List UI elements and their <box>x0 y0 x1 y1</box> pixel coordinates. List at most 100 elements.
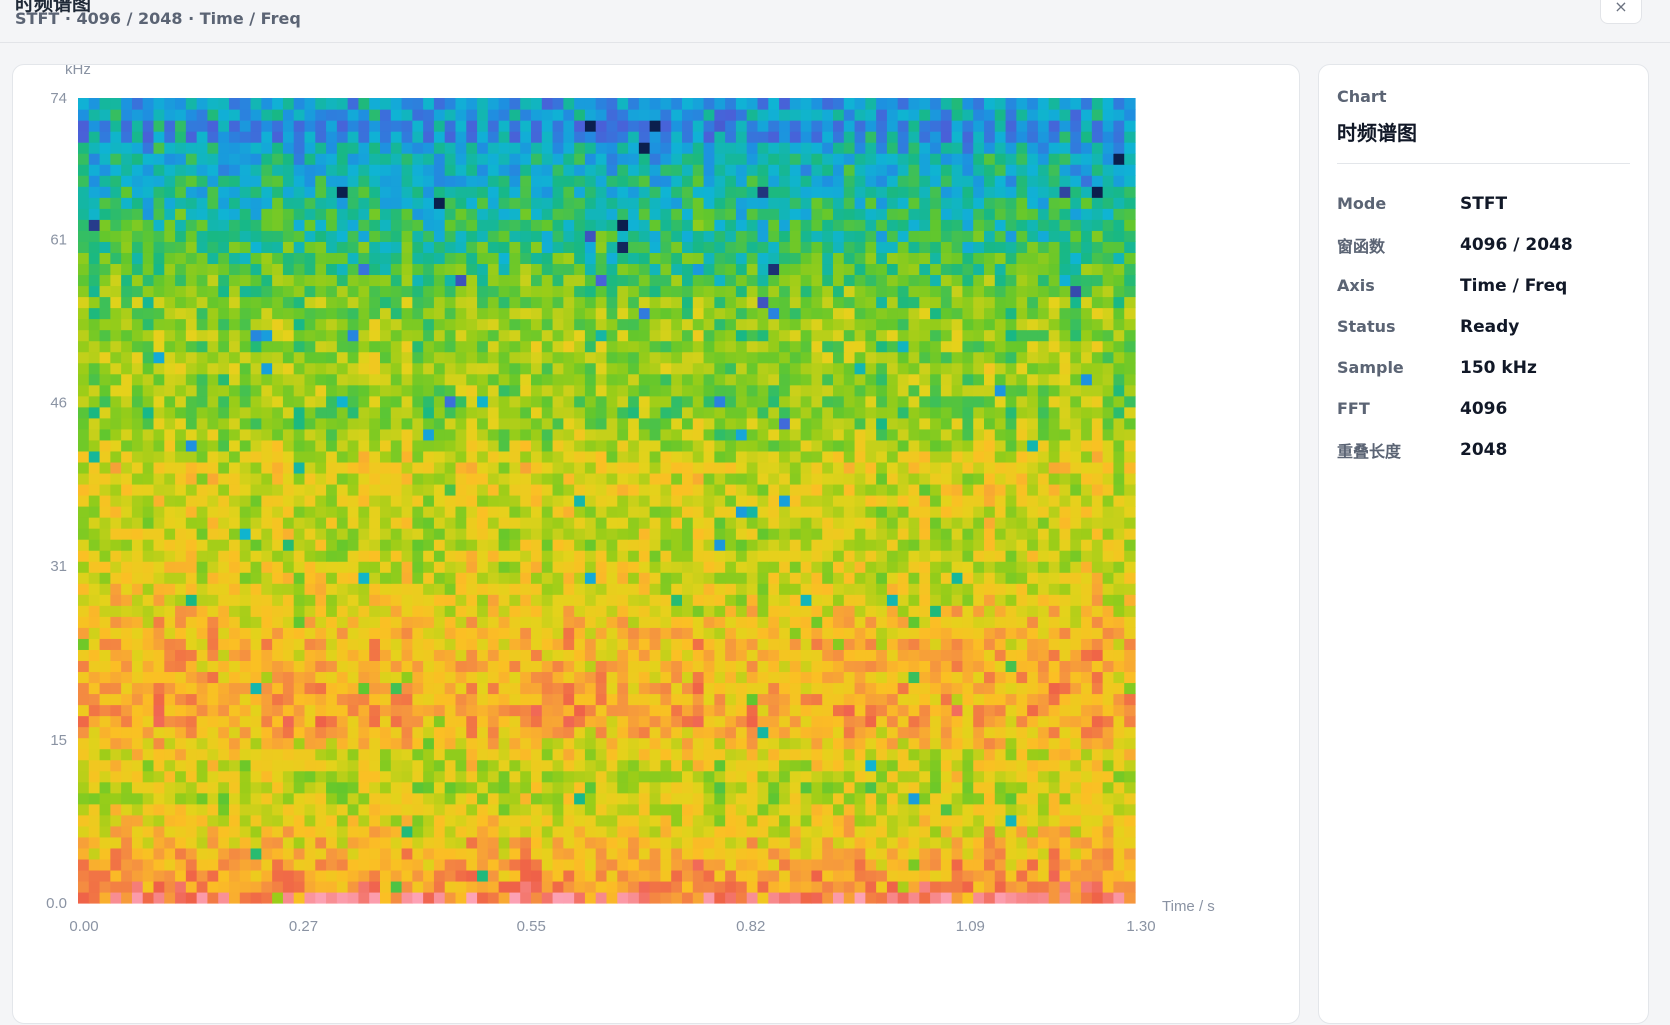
heatmap-cell <box>239 362 252 375</box>
heatmap-cell <box>930 891 942 904</box>
heatmap-cell <box>261 395 273 408</box>
heatmap-cell <box>876 814 888 827</box>
heatmap-cell <box>423 494 435 507</box>
heatmap-cell <box>1070 781 1082 794</box>
heatmap-cell <box>498 748 511 761</box>
heatmap-cell <box>498 682 511 695</box>
heatmap-cell <box>121 539 133 551</box>
heatmap-cell <box>671 638 683 650</box>
heatmap-cell <box>239 814 252 827</box>
heatmap-cell <box>854 605 866 617</box>
heatmap-cell <box>520 450 532 463</box>
heatmap-cell <box>735 528 748 540</box>
heatmap-cell <box>487 880 500 893</box>
heatmap-cell <box>725 616 737 628</box>
heatmap-cell <box>401 472 413 485</box>
heatmap-cell <box>563 825 575 838</box>
heatmap-cell <box>940 594 953 606</box>
heatmap-cell <box>1048 351 1061 364</box>
heatmap-cell <box>746 483 759 496</box>
heatmap-cell <box>973 803 985 816</box>
heatmap-cell <box>110 814 122 827</box>
heatmap-cell <box>433 726 446 739</box>
heatmap-cell <box>99 472 111 485</box>
heatmap-cell <box>584 594 597 606</box>
heatmap-cell <box>973 715 985 728</box>
heatmap-cell <box>994 384 1007 397</box>
heatmap-cell <box>185 528 198 540</box>
heatmap-cell <box>78 550 90 562</box>
heatmap-cell <box>919 594 931 606</box>
heatmap-cell <box>854 781 866 794</box>
heatmap-cell <box>1081 660 1093 673</box>
heatmap-cell <box>185 660 198 673</box>
heatmap-cell <box>886 770 899 783</box>
heatmap-cell <box>725 671 737 684</box>
heatmap-cell <box>239 616 252 628</box>
heatmap-cell <box>185 770 198 783</box>
heatmap-cell <box>347 561 360 573</box>
heatmap-cell <box>509 439 521 452</box>
heatmap-cell <box>326 869 338 882</box>
heatmap-cell <box>110 693 122 706</box>
heatmap-cell <box>282 506 295 518</box>
heatmap-cell <box>1070 539 1082 551</box>
heatmap-cell <box>1102 737 1115 750</box>
heatmap-cell <box>218 792 230 805</box>
heatmap-cell <box>131 814 144 827</box>
heatmap-cell <box>779 406 791 419</box>
heatmap-cell <box>1081 373 1093 386</box>
heatmap-cell <box>779 682 791 695</box>
heatmap-cell <box>682 561 694 573</box>
heatmap-cell <box>671 770 683 783</box>
heatmap-cell <box>1081 472 1093 485</box>
heatmap-cell <box>304 649 316 661</box>
heatmap-cell <box>1113 395 1125 408</box>
heatmap-cell <box>649 539 662 551</box>
heatmap-cell <box>88 814 101 827</box>
heatmap-cell <box>994 395 1007 408</box>
heatmap-cell <box>326 649 338 661</box>
heatmap-cell <box>1102 439 1115 452</box>
heatmap-cell <box>304 572 316 584</box>
heatmap-cell <box>444 814 457 827</box>
heatmap-cell <box>142 781 155 794</box>
heatmap-cell <box>919 715 931 728</box>
heatmap-cell <box>78 373 90 386</box>
heatmap-cell <box>444 836 457 849</box>
heatmap-cell <box>638 450 651 463</box>
heatmap-cell <box>99 880 111 893</box>
heatmap-cell <box>854 506 866 518</box>
heatmap-cell <box>1016 726 1028 739</box>
heatmap-cell <box>207 483 219 496</box>
heatmap-cell <box>1048 737 1061 750</box>
heatmap-cell <box>735 649 748 661</box>
heatmap-cell <box>725 428 737 441</box>
heatmap-cell <box>1070 583 1082 595</box>
heatmap-cell <box>649 660 662 673</box>
heatmap-cell <box>984 428 996 441</box>
heatmap-cell <box>336 869 349 882</box>
heatmap-cell <box>714 605 726 617</box>
heatmap-cell <box>671 340 683 353</box>
heatmap-cell <box>477 340 489 353</box>
heatmap-cell <box>250 726 262 739</box>
heatmap-cell <box>531 550 543 562</box>
heatmap-cell <box>185 340 198 353</box>
close-button[interactable]: × <box>1600 0 1642 24</box>
heatmap-cell <box>649 384 662 397</box>
heatmap-cell <box>671 693 683 706</box>
heatmap-cell <box>477 836 489 849</box>
heatmap-cell <box>865 825 877 838</box>
heatmap-cell <box>369 715 381 728</box>
heatmap-cell <box>671 351 683 364</box>
heatmap-cell <box>131 384 144 397</box>
heatmap-cell <box>595 561 608 573</box>
heatmap-cell <box>229 836 241 849</box>
heatmap-cell <box>930 528 942 540</box>
heatmap-cell <box>175 594 187 606</box>
heatmap-cell <box>369 340 381 353</box>
heatmap-cell <box>78 561 90 573</box>
heatmap-cell <box>520 417 532 430</box>
heatmap-cell <box>843 880 856 893</box>
